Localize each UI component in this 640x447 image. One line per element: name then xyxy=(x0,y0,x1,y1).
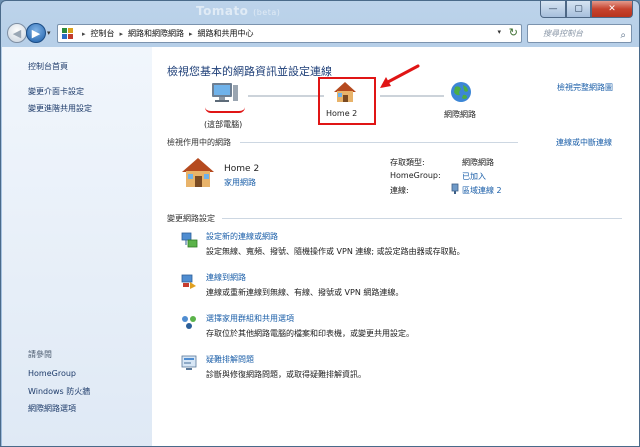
background-title-text: Tomato xyxy=(196,4,249,18)
address-dropdown[interactable]: ▾ xyxy=(497,28,501,36)
full-map-link[interactable]: 檢視完整網路圖 xyxy=(557,82,613,93)
main-content: 檢視您基本的網路資訊並設定連線 檢視完整網路圖 (這部電腦) Home 2 網際… xyxy=(152,47,639,446)
breadcrumb-separator[interactable]: ▸ xyxy=(120,30,124,38)
change-settings-label: 變更網路設定 xyxy=(167,214,215,223)
back-button[interactable]: ◀ xyxy=(7,23,27,43)
divider xyxy=(240,142,518,143)
address-bar[interactable]: ▸ 控制台 ▸ 網路和網際網路 ▸ 網路和共用中心 ▾ ↻ xyxy=(57,24,522,43)
close-button[interactable]: ✕ xyxy=(591,1,633,18)
sidebar-link-firewall[interactable]: Windows 防火牆 xyxy=(28,386,90,397)
task-connect-network-desc: 連線或重新連線到無線、有線、撥號或 VPN 網路連線。 xyxy=(206,288,404,297)
annotation-arrow xyxy=(380,64,420,88)
task-troubleshoot-link[interactable]: 疑難排解問題 xyxy=(206,354,254,365)
access-type-value: 網際網路 xyxy=(462,158,494,167)
search-placeholder: 搜尋控制台 xyxy=(543,29,583,38)
search-input[interactable]: 搜尋控制台 ⌕ xyxy=(527,24,632,43)
breadcrumb-separator[interactable]: ▸ xyxy=(82,30,86,38)
breadcrumb-item[interactable]: 控制台 xyxy=(91,28,115,39)
house-icon xyxy=(182,158,214,187)
network-type-link[interactable]: 家用網路 xyxy=(224,177,256,188)
recent-pages-dropdown[interactable]: ▾ xyxy=(47,29,51,37)
sidebar-item-adapter-settings[interactable]: 變更介面卡設定 xyxy=(28,86,84,97)
map-connector-line-2 xyxy=(380,95,444,97)
divider xyxy=(222,218,622,219)
task-setup-connection-desc: 設定無線、寬頻、撥號、隨機操作或 VPN 連線; 或設定路由器或存取點。 xyxy=(206,247,465,256)
task-connect-network-link[interactable]: 連線到網路 xyxy=(206,272,246,283)
connect-network-icon xyxy=(181,274,196,289)
breadcrumb-item[interactable]: 網路和共用中心 xyxy=(198,28,254,39)
task-homegroup-options-desc: 存取位於其他網路電腦的檔案和印表機，或變更共用設定。 xyxy=(206,329,414,338)
connect-disconnect-link[interactable]: 連線或中斷連線 xyxy=(556,137,612,148)
home-network-icon[interactable] xyxy=(332,81,358,103)
task-homegroup-options-link[interactable]: 選擇家用群組和共用選項 xyxy=(206,313,294,324)
sidebar-link-internet-options[interactable]: 網際網路選項 xyxy=(28,403,76,414)
new-connection-icon xyxy=(181,232,198,248)
window: Tomato (beta) — ▢ ✕ ◀ ▶ ▾ ▸ 控制台 ▸ 網路和網際網… xyxy=(0,0,640,447)
see-also-title: 請參閱 xyxy=(28,350,52,359)
homegroup-value-link[interactable]: 已加入 xyxy=(462,171,486,182)
this-pc-label: (這部電腦) xyxy=(204,120,243,129)
active-networks-label: 檢視作用中的網路 xyxy=(167,138,231,147)
active-network-name: Home 2 xyxy=(224,164,260,174)
refresh-icon[interactable]: ↻ xyxy=(509,26,518,39)
task-troubleshoot-desc: 診斷與修復網路問題，或取得疑難排解資訊。 xyxy=(206,370,366,379)
caption-buttons: — ▢ ✕ xyxy=(540,1,633,18)
network-name-label: Home 2 xyxy=(326,109,358,118)
navigation-row: ◀ ▶ ▾ ▸ 控制台 ▸ 網路和網際網路 ▸ 網路和共用中心 ▾ ↻ 搜尋控制… xyxy=(1,23,639,45)
map-connector-line xyxy=(248,95,324,97)
globe-icon[interactable] xyxy=(450,81,472,103)
connection-link[interactable]: 區域連線 2 xyxy=(462,185,502,196)
sidebar-link-homegroup[interactable]: HomeGroup xyxy=(28,369,76,378)
control-panel-icon xyxy=(62,27,74,40)
breadcrumb-item[interactable]: 網路和網際網路 xyxy=(128,28,184,39)
troubleshoot-icon xyxy=(181,355,197,370)
minimize-button[interactable]: — xyxy=(540,1,566,18)
access-type-label: 存取類型: xyxy=(390,158,425,167)
forward-button[interactable]: ▶ xyxy=(26,23,46,43)
maximize-button[interactable]: ▢ xyxy=(566,1,591,18)
homegroup-label: HomeGroup: xyxy=(390,171,441,180)
background-title-suffix: (beta) xyxy=(253,8,281,17)
sidebar: 控制台首頁 變更介面卡設定 變更進階共用設定 請參閱 HomeGroup Win… xyxy=(2,47,152,446)
title-bar: Tomato (beta) — ▢ ✕ xyxy=(1,1,639,21)
connection-label: 連線: xyxy=(390,186,409,195)
search-icon[interactable]: ⌕ xyxy=(620,27,626,44)
internet-label: 網際網路 xyxy=(444,110,476,119)
annotation-underline xyxy=(205,107,245,113)
sidebar-item-control-panel-home[interactable]: 控制台首頁 xyxy=(28,61,68,72)
network-adapter-icon xyxy=(451,183,459,194)
task-setup-connection-link[interactable]: 設定新的連線或網路 xyxy=(206,231,278,242)
breadcrumb-separator[interactable]: ▸ xyxy=(189,30,193,38)
sidebar-item-advanced-sharing[interactable]: 變更進階共用設定 xyxy=(28,103,92,114)
homegroup-icon xyxy=(182,316,196,329)
background-window-title: Tomato (beta) xyxy=(196,4,280,18)
computer-icon[interactable] xyxy=(210,81,240,105)
page-title: 檢視您基本的網路資訊並設定連線 xyxy=(167,65,332,78)
